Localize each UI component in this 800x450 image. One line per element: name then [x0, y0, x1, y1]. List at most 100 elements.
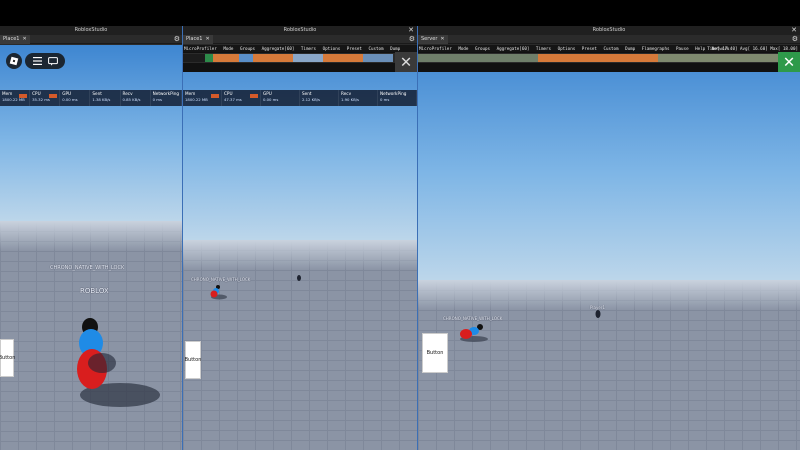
frame-segment [205, 54, 213, 62]
tab-label: Place1 [3, 36, 20, 42]
window-titlebar: RobloxStudio [0, 26, 182, 35]
window-titlebar: RobloxStudio ✕ [418, 26, 800, 35]
microprofiler-panel: MicroProfiler Mode Groups Aggregate[60] … [183, 45, 417, 72]
other-player-character[interactable] [594, 309, 602, 319]
gear-icon[interactable]: ⚙ [792, 35, 798, 44]
tab-place[interactable]: Place1 ✕ [183, 35, 213, 44]
profiler-menu-item[interactable]: Custom [368, 46, 383, 51]
game-button[interactable]: Button [422, 333, 448, 373]
profiler-menu-item[interactable]: MicroProfiler [419, 46, 452, 51]
game-viewport[interactable]: Mem 1800.22 MB CPU 35.32 ms GPU 0.00 ms Sen… [0, 45, 182, 450]
studio-window-server: RobloxStudio ✕ Server ✕ ⚙ MicroProfiler M… [417, 26, 800, 450]
game-button[interactable]: Button [185, 341, 201, 379]
stat-value: 0.85 KB/s [122, 97, 141, 102]
horizon-fog [0, 221, 182, 251]
stat-cpu[interactable]: CPU 35.32 ms [30, 90, 61, 106]
stat-sent[interactable]: Sent 1.38 KB/s [90, 90, 121, 106]
stat-graph [250, 94, 258, 98]
stat-ping[interactable]: NetworkPing 0 ms [378, 90, 417, 106]
frame-segment [213, 54, 239, 62]
frame-segment [253, 54, 293, 62]
stat-mem[interactable]: Mem 1800.22 MB [183, 90, 222, 106]
stat-cpu[interactable]: CPU 47.37 ms [222, 90, 261, 106]
stat-value: 0 ms [380, 97, 390, 102]
tab-place[interactable]: Place1 ✕ [0, 35, 30, 44]
profiler-menu-item[interactable]: Pause [676, 46, 689, 51]
close-icon[interactable]: ✕ [791, 26, 797, 35]
profiler-menu-item[interactable]: Dump [625, 46, 635, 51]
profiler-menu-item[interactable]: Mode [223, 46, 233, 51]
stat-gpu[interactable]: GPU 0.00 ms [60, 90, 91, 106]
profiler-menu-item[interactable]: Aggregate[60] [497, 46, 530, 51]
hamburger-icon[interactable] [32, 57, 42, 65]
close-icon[interactable]: ✕ [440, 36, 444, 42]
studio-window-client-1: RobloxStudio Place1 ✕ ⚙ Mem 1800.22 MB CPU… [0, 26, 182, 450]
frame-segment [183, 54, 205, 62]
window-title: RobloxStudio [74, 27, 108, 33]
stat-value: 1.90 KB/s [341, 97, 360, 102]
tab-server[interactable]: Server ✕ [418, 35, 448, 44]
close-icon[interactable]: ✕ [778, 52, 800, 72]
chat-icon[interactable] [47, 56, 58, 66]
horizon-fog [418, 280, 800, 310]
frame-segment [239, 54, 253, 62]
frame-segment [538, 54, 658, 62]
frame-segment [323, 54, 363, 62]
character-nametag: CHRONO_NATIVE_WITH_LOCK [191, 277, 251, 282]
game-button[interactable]: Button [0, 339, 15, 377]
profiler-menu-item[interactable]: MicroProfiler [184, 46, 217, 51]
close-icon[interactable]: ✕ [408, 26, 414, 35]
gear-icon[interactable]: ⚙ [174, 35, 180, 44]
stat-graph [19, 94, 28, 98]
profiler-menu-item[interactable]: Preset [582, 46, 597, 51]
game-viewport[interactable]: MicroProfiler Mode Groups Aggregate[60] … [418, 45, 800, 450]
stat-sent[interactable]: Sent 2.12 KB/s [300, 90, 339, 106]
profiler-menu-item[interactable]: Preset [347, 46, 362, 51]
stat-recv[interactable]: Recv 1.90 KB/s [339, 90, 378, 106]
profiler-menu-item[interactable]: Flamegraphs [642, 46, 670, 51]
microprofiler-panel: MicroProfiler Mode Groups Aggregate[60] … [418, 45, 800, 72]
performance-stats-bar: Mem 1800.22 MB CPU 47.37 ms GPU 0.00 ms Sen… [183, 90, 417, 106]
screen-top-bar [0, 0, 800, 26]
roblox-logo-icon[interactable] [6, 53, 22, 69]
profiler-menu-item[interactable]: Help [695, 46, 705, 51]
profiler-menu-item[interactable]: Timers [301, 46, 316, 51]
sky [418, 45, 800, 280]
stat-gpu[interactable]: GPU 0.00 ms [261, 90, 300, 106]
game-viewport[interactable]: MicroProfiler Mode Groups Aggregate[60] … [183, 45, 417, 450]
profiler-menu-item[interactable]: Aggregate[60] [262, 46, 295, 51]
stat-value: 0 ms [152, 97, 162, 102]
frame-segment [293, 54, 323, 62]
profiler-menu-item[interactable]: Groups [475, 46, 490, 51]
profiler-menu-item[interactable]: Custom [603, 46, 618, 51]
stat-mem[interactable]: Mem 1800.22 MB [0, 90, 31, 106]
player-character[interactable] [454, 321, 490, 345]
window-titlebar: RobloxStudio ✕ [183, 26, 417, 35]
microprofiler-menu: MicroProfiler Mode Groups Aggregate[60] … [183, 45, 417, 52]
profiler-menu-item[interactable]: Dump [390, 46, 400, 51]
profiler-frame-graph[interactable] [183, 53, 395, 63]
profiler-menu-item[interactable]: Options [323, 46, 341, 51]
sky [0, 45, 182, 221]
player-character[interactable] [60, 275, 170, 415]
profiler-menu-item[interactable]: Options [558, 46, 576, 51]
tab-bar: Server ✕ ⚙ [418, 35, 800, 44]
menu-chat-group [25, 53, 65, 69]
stat-graph [211, 94, 219, 98]
baseplate-ground [183, 240, 417, 450]
stat-recv[interactable]: Recv 0.85 KB/s [121, 90, 151, 106]
other-player-character[interactable] [296, 274, 302, 282]
close-icon[interactable]: ✕ [22, 36, 26, 42]
profiler-frame-graph[interactable] [418, 53, 778, 63]
stat-ping[interactable]: NetworkPing 0 ms [151, 90, 182, 106]
character-nametag: CHRONO_NATIVE_WITH_LOCK [50, 265, 125, 271]
profiler-menu-item[interactable]: Groups [240, 46, 255, 51]
close-icon[interactable]: ✕ [205, 36, 209, 42]
player-character[interactable] [208, 283, 228, 301]
profiler-menu-item[interactable]: Timers [536, 46, 551, 51]
window-title: RobloxStudio [283, 27, 317, 33]
close-icon[interactable]: ✕ [395, 52, 417, 72]
profiler-menu-item[interactable]: Mode [458, 46, 468, 51]
tab-label: Server [421, 36, 438, 42]
gear-icon[interactable]: ⚙ [409, 35, 415, 44]
